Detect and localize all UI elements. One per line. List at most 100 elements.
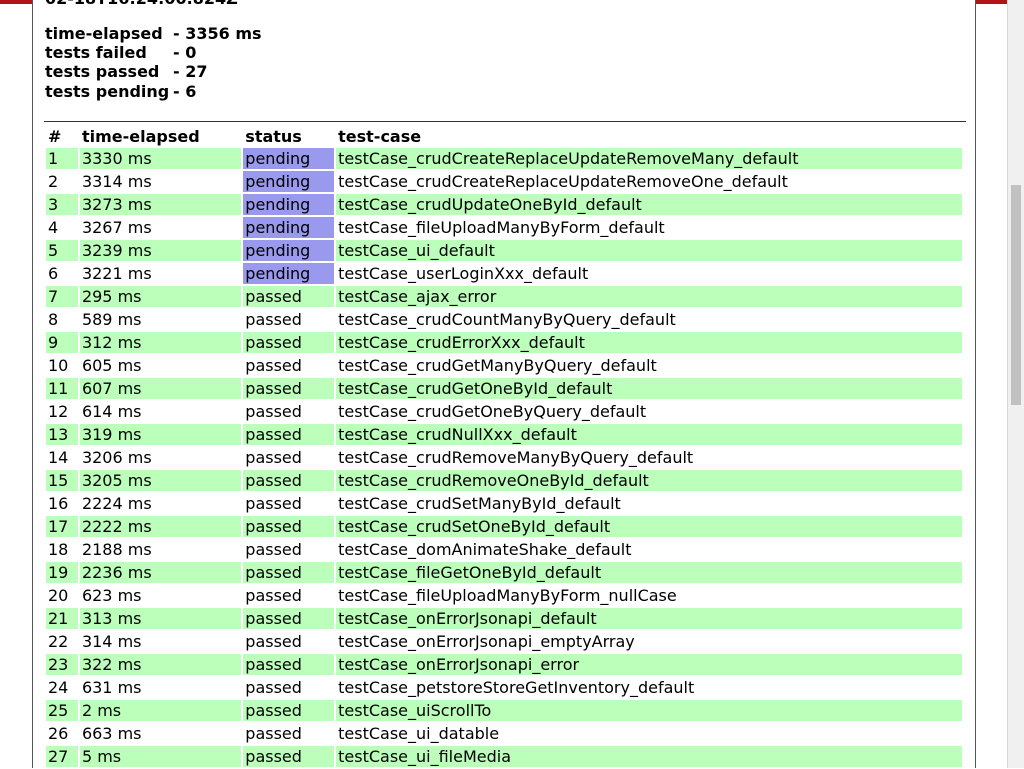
cell-number: 25 [46, 700, 78, 721]
table-header-row: # time-elapsed status test-case [46, 126, 962, 146]
table-row: 9 312 ms passed testCase_crudErrorXxx_defau… [46, 332, 962, 353]
cell-number: 9 [46, 332, 78, 353]
cell-test-case: testCase_crudCreateReplaceUpdateRemoveMa… [336, 148, 962, 169]
table-row: 12 614 ms passed testCase_crudGetOneByQuery… [46, 401, 962, 422]
cell-number: 10 [46, 355, 78, 376]
table-row: 7 295 ms passed testCase_ajax_error [46, 286, 962, 307]
table-row: 5 3239 ms pending testCase_ui_default [46, 240, 962, 261]
cell-test-case: testCase_crudCountManyByQuery_default [336, 309, 962, 330]
cell-time-elapsed: 314 ms [79, 631, 242, 652]
cell-status: passed [243, 378, 335, 399]
cell-time-elapsed: 3239 ms [79, 240, 242, 261]
table-row: 17 2222 ms passed testCase_crudSetOneById_d… [46, 516, 962, 537]
cell-test-case: testCase_ui_default [336, 240, 962, 261]
summary-value: - 6 [173, 81, 197, 101]
cell-status: pending [243, 194, 335, 215]
cell-time-elapsed: 2236 ms [79, 562, 242, 583]
cell-test-case: testCase_onErrorJsonapi_default [336, 608, 962, 629]
cell-status: passed [243, 401, 335, 422]
table-row: 23 322 ms passed testCase_onErrorJsonapi_er… [46, 654, 962, 675]
cell-status: passed [243, 309, 335, 330]
cell-status: pending [243, 240, 335, 261]
cell-number: 8 [46, 309, 78, 330]
cell-test-case: testCase_domAnimateShake_default [336, 539, 962, 560]
summary-label: time-elapsed [45, 24, 163, 43]
summary-label: tests passed [45, 62, 160, 82]
cell-number: 11 [46, 378, 78, 399]
cell-status: passed [243, 424, 335, 445]
cell-number: 7 [46, 286, 78, 307]
cell-test-case: testCase_crudRemoveOneById_default [336, 470, 962, 491]
cell-time-elapsed: 663 ms [79, 723, 242, 744]
cell-test-case: testCase_petstoreStoreGetInventory_defau… [336, 677, 962, 698]
table-row: 27 5 ms passed testCase_ui_fileMedia [46, 746, 962, 767]
table-row: 16 2224 ms passed testCase_crudSetManyById_… [46, 493, 962, 514]
table-row: 21 313 ms passed testCase_onErrorJsonapi_de… [46, 608, 962, 629]
cell-test-case: testCase_onErrorJsonapi_error [336, 654, 962, 675]
cell-number: 15 [46, 470, 78, 491]
cell-test-case: testCase_ajax_error [336, 286, 962, 307]
cell-test-case: testCase_crudCreateReplaceUpdateRemoveOn… [336, 171, 962, 192]
cell-test-case: testCase_crudUpdateOneById_default [336, 194, 962, 215]
summary-tests-pending: tests pending - 6 [45, 82, 262, 101]
cell-test-case: testCase_crudGetManyByQuery_default [336, 355, 962, 376]
table-row: 18 2188 ms passed testCase_domAnimateShake_… [46, 539, 962, 560]
cell-status: passed [243, 654, 335, 675]
cell-number: 18 [46, 539, 78, 560]
cell-time-elapsed: 631 ms [79, 677, 242, 698]
table-row: 22 314 ms passed testCase_onErrorJsonapi_em… [46, 631, 962, 652]
cell-status: passed [243, 355, 335, 376]
cell-status: passed [243, 631, 335, 652]
cell-test-case: testCase_fileUploadManyByForm_default [336, 217, 962, 238]
cell-number: 14 [46, 447, 78, 468]
cell-number: 16 [46, 493, 78, 514]
test-report-panel: 02-18T16:24:00.824Z time-elapsed- 3356 m… [32, 0, 976, 768]
cell-time-elapsed: 3314 ms [79, 171, 242, 192]
cell-time-elapsed: 3221 ms [79, 263, 242, 284]
cell-status: passed [243, 746, 335, 767]
cell-number: 3 [46, 194, 78, 215]
cell-number: 19 [46, 562, 78, 583]
cell-number: 21 [46, 608, 78, 629]
cell-time-elapsed: 3205 ms [79, 470, 242, 491]
cell-number: 12 [46, 401, 78, 422]
cell-status: pending [243, 148, 335, 169]
cell-time-elapsed: 614 ms [79, 401, 242, 422]
cell-time-elapsed: 312 ms [79, 332, 242, 353]
cell-test-case: testCase_userLoginXxx_default [336, 263, 962, 284]
cell-number: 26 [46, 723, 78, 744]
table-row: 3 3273 ms pending testCase_crudUpdateOneByI… [46, 194, 962, 215]
cell-status: passed [243, 608, 335, 629]
cell-time-elapsed: 3206 ms [79, 447, 242, 468]
cell-test-case: testCase_crudGetOneByQuery_default [336, 401, 962, 422]
vertical-scrollbar[interactable] [1007, 0, 1024, 768]
table-row: 8 589 ms passed testCase_crudCountManyByQue… [46, 309, 962, 330]
test-results-table: # time-elapsed status test-case 1 3330 ms… [44, 124, 964, 769]
cell-number: 23 [46, 654, 78, 675]
cell-time-elapsed: 2 ms [79, 700, 242, 721]
cell-time-elapsed: 605 ms [79, 355, 242, 376]
cell-status: pending [243, 263, 335, 284]
cell-number: 6 [46, 263, 78, 284]
cell-status: passed [243, 332, 335, 353]
cell-test-case: testCase_crudSetOneById_default [336, 516, 962, 537]
cell-test-case: testCase_ui_datable [336, 723, 962, 744]
cell-time-elapsed: 322 ms [79, 654, 242, 675]
cell-number: 27 [46, 746, 78, 767]
cell-status: passed [243, 447, 335, 468]
cell-number: 24 [46, 677, 78, 698]
divider [44, 121, 966, 122]
cell-test-case: testCase_crudGetOneById_default [336, 378, 962, 399]
table-body: 1 3330 ms pending testCase_crudCreateReplac… [46, 148, 962, 767]
table-row: 14 3206 ms passed testCase_crudRemoveManyBy… [46, 447, 962, 468]
scrollbar-thumb[interactable] [1011, 185, 1021, 405]
cell-status: passed [243, 723, 335, 744]
table-row: 1 3330 ms pending testCase_crudCreateReplac… [46, 148, 962, 169]
table-row: 15 3205 ms passed testCase_crudRemoveOneByI… [46, 470, 962, 491]
cell-status: passed [243, 286, 335, 307]
cell-status: passed [243, 562, 335, 583]
table-row: 2 3314 ms pending testCase_crudCreateReplac… [46, 171, 962, 192]
cell-test-case: testCase_uiScrollTo [336, 700, 962, 721]
cell-status: pending [243, 171, 335, 192]
summary-value: - 27 [173, 62, 208, 82]
